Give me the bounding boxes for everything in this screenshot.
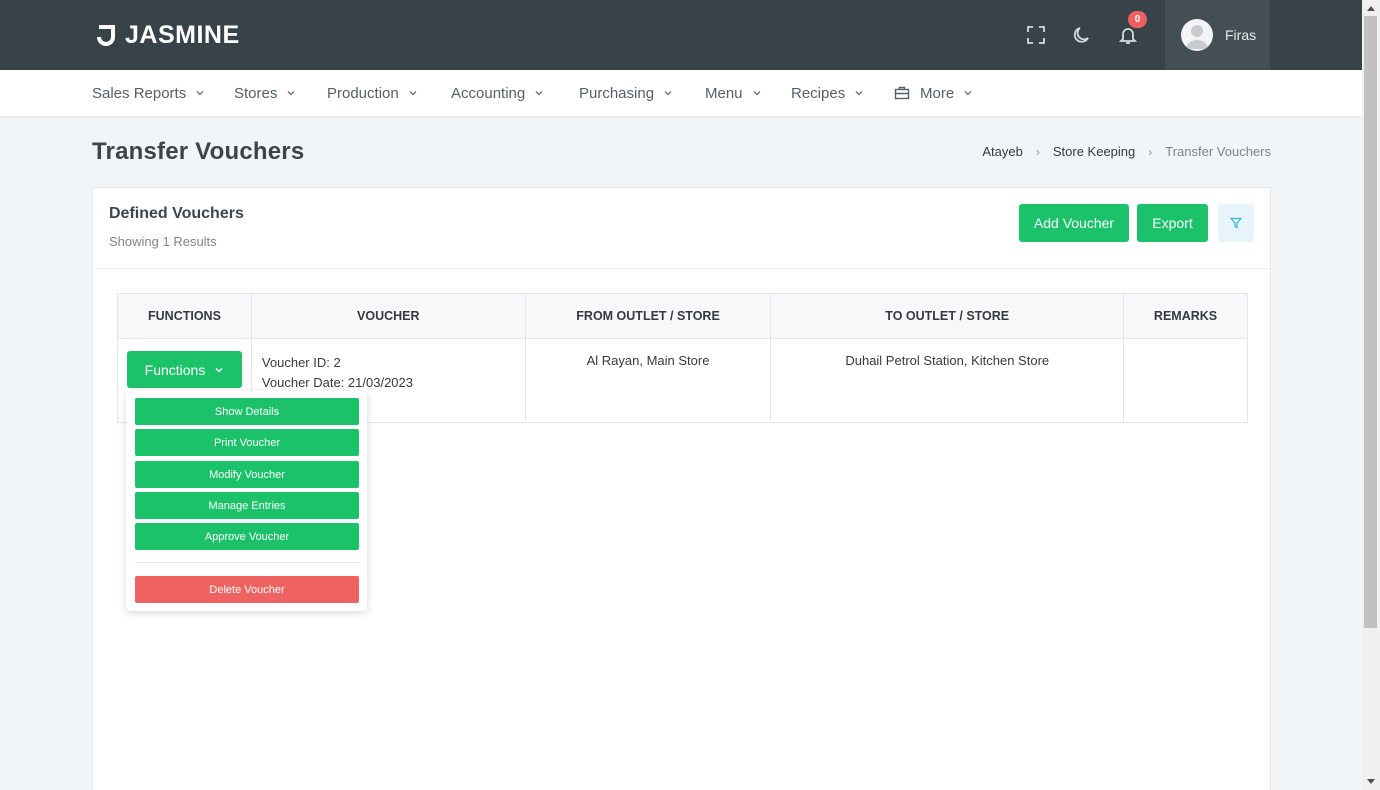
chevron-right-icon: › (1035, 144, 1040, 159)
menu-menu[interactable]: Menu (705, 70, 762, 116)
modify-voucher-button[interactable]: Modify Voucher (135, 461, 359, 488)
remarks-cell (1123, 338, 1248, 423)
app-logo[interactable]: JASMINE (96, 20, 240, 50)
chevron-right-icon: › (1148, 144, 1153, 159)
chevron-down-icon (855, 91, 863, 96)
user-menu[interactable]: Firas (1165, 0, 1270, 70)
scroll-up-icon[interactable] (1362, 0, 1380, 16)
breadcrumb-item-store-keeping[interactable]: Store Keeping (1053, 144, 1135, 159)
from-store-cell: Al Rayan, Main Store (524, 338, 772, 423)
to-store-cell: Duhail Petrol Station, Kitchen Store (770, 338, 1125, 423)
export-button[interactable]: Export (1137, 204, 1208, 242)
dropdown-divider (135, 562, 359, 563)
user-name: Firas (1225, 27, 1257, 43)
results-count: Showing 1 Results (109, 234, 217, 249)
chevron-down-icon (409, 91, 417, 96)
card-title: Defined Vouchers (109, 205, 244, 222)
chevron-down-icon (215, 367, 223, 373)
briefcase-icon (894, 86, 910, 100)
page-scrollbar[interactable] (1362, 0, 1380, 790)
column-header: FUNCTIONS (117, 293, 252, 339)
column-header: REMARKS (1123, 293, 1248, 339)
column-header: FROM OUTLET / STORE (524, 293, 772, 339)
top-bar: JASMINE 0 Firas (0, 0, 1362, 70)
menu-accounting[interactable]: Accounting (451, 70, 544, 116)
filter-icon (1230, 217, 1242, 229)
chevron-down-icon (753, 91, 761, 96)
menu-label: Accounting (451, 84, 526, 102)
moon-icon[interactable] (1069, 22, 1095, 48)
breadcrumb: Atayeb › Store Keeping › Transfer Vouche… (982, 144, 1271, 159)
page-title: Transfer Vouchers (92, 138, 305, 165)
menu-production[interactable]: Production (327, 70, 418, 116)
menu-label: Stores (234, 84, 278, 102)
functions-dropdown-button[interactable]: Functions (127, 351, 242, 388)
notification-badge: 0 (1128, 11, 1147, 28)
menu-label: Recipes (791, 84, 846, 102)
table-header-row: FUNCTIONS VOUCHER FROM OUTLET / STORE TO… (117, 293, 1248, 339)
show-details-button[interactable]: Show Details (135, 398, 359, 425)
scroll-down-icon[interactable] (1362, 774, 1380, 790)
logo-icon (97, 25, 115, 46)
voucher-id: Voucher ID: 2 (261, 355, 341, 370)
menu-label: Menu (705, 84, 743, 102)
scrollbar-thumb[interactable] (1364, 16, 1377, 628)
add-voucher-button[interactable]: Add Voucher (1019, 204, 1129, 242)
menu-recipes[interactable]: Recipes (791, 70, 864, 116)
menu-purchasing[interactable]: Purchasing (579, 70, 673, 116)
menu-label: Purchasing (579, 84, 655, 102)
fullscreen-icon[interactable] (1023, 22, 1049, 48)
breadcrumb-item-atayeb[interactable]: Atayeb (982, 144, 1022, 159)
chevron-down-icon (287, 91, 295, 96)
menu-stores[interactable]: Stores (234, 70, 296, 116)
delete-voucher-button[interactable]: Delete Voucher (135, 576, 359, 603)
print-voucher-button[interactable]: Print Voucher (135, 429, 359, 456)
chevron-down-icon (196, 91, 204, 96)
card-header: Defined Vouchers Showing 1 Results Add V… (93, 188, 1270, 269)
avatar (1181, 19, 1213, 51)
functions-label: Functions (144, 361, 206, 378)
breadcrumb-item-current: Transfer Vouchers (1165, 144, 1271, 159)
menu-label: Production (327, 84, 399, 102)
menu-sales-reports[interactable]: Sales Reports (92, 70, 205, 116)
column-header: TO OUTLET / STORE (770, 293, 1125, 339)
chevron-down-icon (964, 91, 972, 96)
menu-more[interactable]: More (894, 70, 973, 116)
menu-label: More (920, 84, 955, 102)
filter-button[interactable] (1218, 204, 1254, 242)
functions-dropdown-menu: Show Details Print Voucher Modify Vouche… (126, 391, 367, 611)
manage-entries-button[interactable]: Manage Entries (135, 492, 359, 519)
approve-voucher-button[interactable]: Approve Voucher (135, 523, 359, 550)
app-name: JASMINE (125, 20, 240, 49)
chevron-down-icon (535, 91, 543, 96)
chevron-down-icon (664, 91, 672, 96)
column-header: VOUCHER (250, 293, 526, 339)
menu-label: Sales Reports (92, 84, 187, 102)
vouchers-card: Defined Vouchers Showing 1 Results Add V… (92, 187, 1271, 790)
main-menu: Sales Reports Stores Production Accounti… (0, 70, 1362, 116)
voucher-date: Voucher Date: 21/03/2023 (261, 375, 413, 390)
